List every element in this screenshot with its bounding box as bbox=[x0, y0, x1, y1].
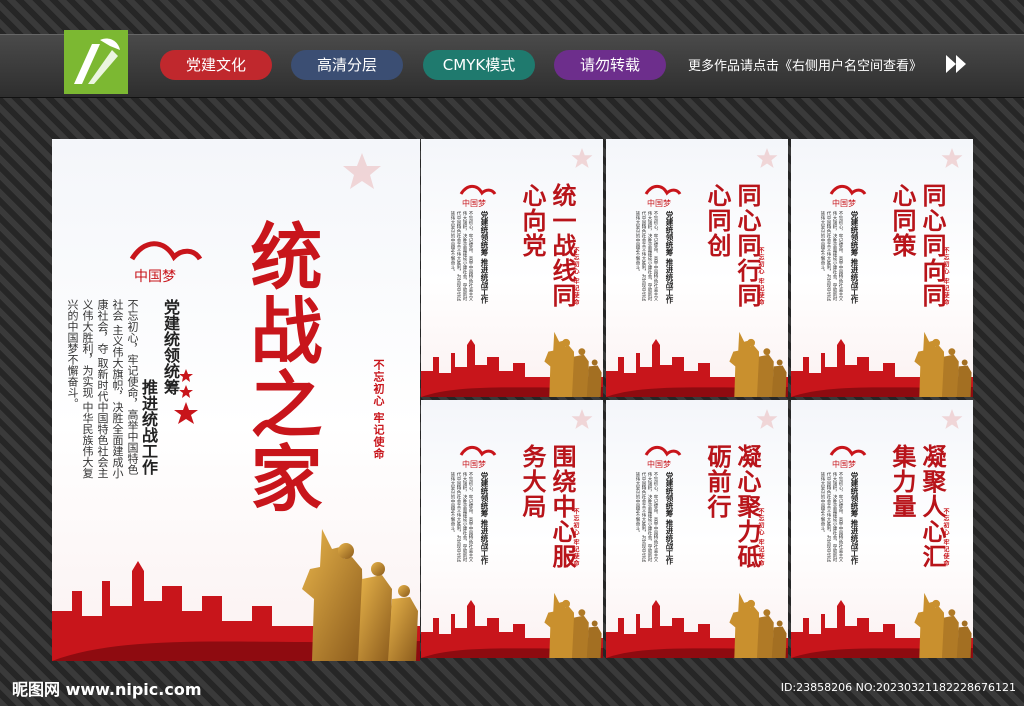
main-title: 统战之家 bbox=[238, 219, 323, 515]
poster-subtitle: 党建统领统筹 推进统战工作 bbox=[480, 472, 489, 565]
small-poster: 凝聚人心汇集力量 不忘初心 牢记使命 党建统领统筹 推进统战工作 中国梦 不忘初… bbox=[791, 400, 973, 658]
poster-subtitle: 党建统领统筹 推进统战工作 bbox=[480, 211, 489, 304]
svg-text:中国梦: 中国梦 bbox=[134, 269, 176, 285]
poster-title: 同心同行同心同创 bbox=[703, 183, 762, 308]
small-poster: 统一战线同心向党 不忘初心 牢记使命 党建统领统筹 推进统战工作 中国梦 不忘初… bbox=[421, 139, 603, 397]
small-poster: 同心同向同心同策 不忘初心 牢记使命 党建统领统筹 推进统战工作 中国梦 不忘初… bbox=[791, 139, 973, 397]
star-column-icon bbox=[174, 369, 198, 424]
poster-body: 不忘初心，牢记使命，高举中国特色社会主义伟大旗帜，决胜全面建成小康社会，夺取新时… bbox=[820, 211, 843, 301]
heroic-statue-figure bbox=[544, 592, 602, 658]
small-poster: 围绕中心服务大局 不忘初心 牢记使命 党建统领统筹 推进统战工作 中国梦 不忘初… bbox=[421, 400, 603, 658]
seal-text: 不忘初心 牢记使命 bbox=[757, 247, 764, 307]
star-watermark-icon bbox=[756, 409, 778, 429]
small-poster: 同心同行同心同创 不忘初心 牢记使命 党建统领统筹 推进统战工作 中国梦 不忘初… bbox=[606, 139, 788, 397]
poster-body: 不忘初心，牢记使命，高举中国特色社会主义伟大旗帜，决胜全面建成小康社会，夺取新时… bbox=[635, 472, 658, 562]
main-body: 不忘初心，牢记使命，高举中国特色社会 主义伟大旗帜，决胜全面建成小康社会，夺 取… bbox=[66, 299, 140, 479]
china-dream-logo: 中国梦 bbox=[124, 229, 204, 289]
tag-no-repost[interactable]: 请勿转载 bbox=[554, 50, 666, 80]
heroic-statue-figure bbox=[544, 331, 602, 397]
svg-text:中国梦: 中国梦 bbox=[832, 198, 856, 208]
seal-text: 不忘初心 牢记使命 bbox=[572, 247, 579, 307]
star-watermark-icon bbox=[571, 409, 593, 429]
seal-text: 不忘初心 牢记使命 bbox=[942, 247, 949, 307]
poster-body: 不忘初心，牢记使命，高举中国特色社会主义伟大旗帜，决胜全面建成小康社会，夺取新时… bbox=[450, 472, 473, 562]
poster-title: 凝聚人心汇集力量 bbox=[888, 444, 947, 569]
heroic-statue-figure bbox=[729, 592, 787, 658]
svg-text:中国梦: 中国梦 bbox=[462, 198, 486, 208]
tag-party-culture[interactable]: 党建文化 bbox=[160, 50, 272, 80]
poster-title: 凝心聚力砥砺前行 bbox=[703, 444, 762, 569]
star-watermark-icon bbox=[941, 148, 963, 168]
heroic-statue-figure bbox=[729, 331, 787, 397]
heroic-statue-figure bbox=[914, 592, 972, 658]
poster-title: 围绕中心服务大局 bbox=[518, 444, 577, 569]
china-dream-logo: 中国梦 bbox=[825, 440, 869, 470]
seal-text: 不忘初心 牢记使命 bbox=[942, 508, 949, 568]
image-id: ID:23858206 NO:20230321182228676121 bbox=[780, 681, 1016, 694]
china-dream-logo: 中国梦 bbox=[455, 440, 499, 470]
poster-subtitle: 党建统领统筹 推进统战工作 bbox=[665, 211, 674, 304]
seal-text: 不忘初心 牢记使命 bbox=[757, 508, 764, 568]
brand-logo bbox=[64, 30, 128, 94]
poster-body: 不忘初心，牢记使命，高举中国特色社会主义伟大旗帜，决胜全面建成小康社会，夺取新时… bbox=[820, 472, 843, 562]
header-note[interactable]: 更多作品请点击《右侧用户名空间查看》 bbox=[688, 55, 922, 74]
svg-text:中国梦: 中国梦 bbox=[647, 459, 671, 469]
svg-text:中国梦: 中国梦 bbox=[647, 198, 671, 208]
double-arrow-icon[interactable] bbox=[944, 53, 970, 75]
poster-subtitle: 党建统领统筹 推进统战工作 bbox=[850, 472, 859, 565]
svg-text:中国梦: 中国梦 bbox=[462, 459, 486, 469]
china-dream-logo: 中国梦 bbox=[640, 179, 684, 209]
poster-title: 同心同向同心同策 bbox=[888, 183, 947, 308]
china-dream-logo: 中国梦 bbox=[455, 179, 499, 209]
site-watermark: 昵图网 www.nipic.com bbox=[12, 680, 202, 699]
star-watermark-icon bbox=[343, 153, 381, 189]
poster-subtitle: 党建统领统筹 推进统战工作 bbox=[850, 211, 859, 304]
star-watermark-icon bbox=[756, 148, 778, 168]
poster-body: 不忘初心，牢记使命，高举中国特色社会主义伟大旗帜，决胜全面建成小康社会，夺取新时… bbox=[450, 211, 473, 301]
china-dream-logo: 中国梦 bbox=[640, 440, 684, 470]
svg-text:中国梦: 中国梦 bbox=[832, 459, 856, 469]
china-dream-logo: 中国梦 bbox=[825, 179, 869, 209]
small-poster: 凝心聚力砥砺前行 不忘初心 牢记使命 党建统领统筹 推进统战工作 中国梦 不忘初… bbox=[606, 400, 788, 658]
star-watermark-icon bbox=[571, 148, 593, 168]
heroic-statue-figure bbox=[914, 331, 972, 397]
seal-text: 不忘初心 牢记使命 bbox=[572, 508, 579, 568]
star-watermark-icon bbox=[941, 409, 963, 429]
seal-text: 不忘初心 牢记使命 bbox=[372, 359, 385, 460]
poster-title: 统一战线同心向党 bbox=[518, 183, 577, 308]
main-poster: 统战之家 不忘初心 牢记使命 党建统领统筹 推进统战工作 中国梦 不忘初心，牢记… bbox=[52, 139, 420, 661]
tag-hd-layers[interactable]: 高清分层 bbox=[291, 50, 403, 80]
heroic-statue-figure bbox=[302, 529, 418, 661]
poster-subtitle: 党建统领统筹 推进统战工作 bbox=[665, 472, 674, 565]
poster-body: 不忘初心，牢记使命，高举中国特色社会主义伟大旗帜，决胜全面建成小康社会，夺取新时… bbox=[635, 211, 658, 301]
tag-cmyk[interactable]: CMYK模式 bbox=[423, 50, 535, 80]
